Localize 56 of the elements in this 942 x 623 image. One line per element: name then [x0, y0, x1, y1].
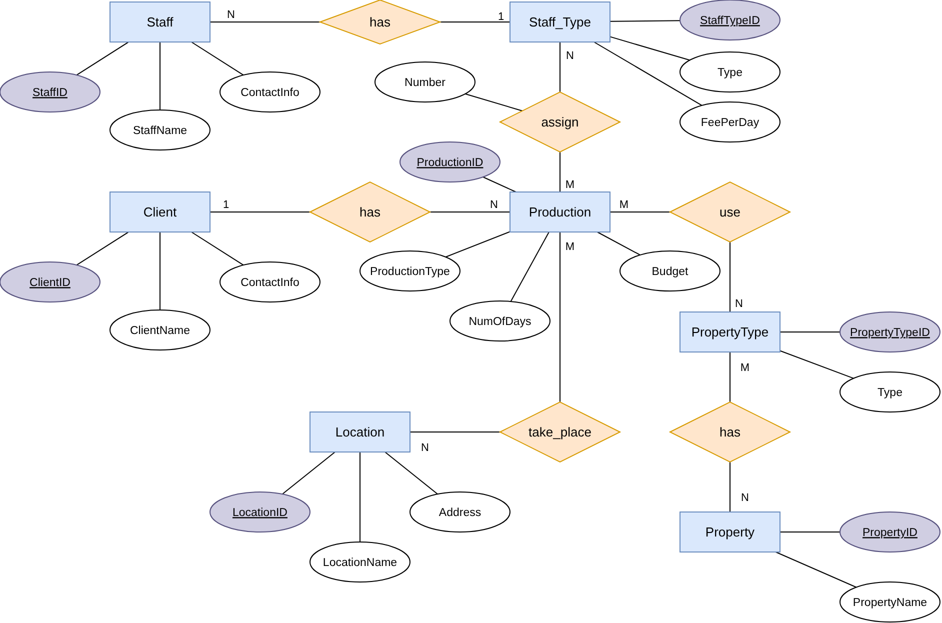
- attribute-name: NumOfDays: [468, 316, 532, 328]
- attribute-name: ClientName: [130, 325, 190, 338]
- key-attribute-name: PropertyID: [862, 527, 918, 540]
- cardinality-label: M: [740, 362, 750, 374]
- attribute-name: Type: [878, 387, 902, 400]
- connector-line: [190, 42, 244, 76]
- connector-line: [610, 20, 681, 22]
- entity-name: Staff: [146, 14, 174, 30]
- entity-name: Staff_Type: [529, 14, 591, 30]
- relationship-name: has: [360, 204, 380, 220]
- key-attribute-name: PropertyTypeID: [850, 327, 930, 340]
- connector-line: [76, 42, 130, 76]
- cardinality-label: M: [565, 179, 575, 191]
- entity-name: PropertyType: [691, 324, 769, 340]
- cardinality-label: N: [735, 298, 743, 310]
- connector-line: [596, 232, 641, 256]
- connector-line: [76, 232, 130, 266]
- attribute-name: PropertyName: [852, 597, 928, 610]
- attribute-name: Budget: [652, 266, 688, 278]
- attribute-name: LocationName: [322, 557, 398, 570]
- entity-name: Property: [705, 524, 755, 540]
- relationship-name: has: [370, 14, 390, 30]
- cardinality-label: N: [566, 50, 574, 62]
- attribute-name: StaffName: [132, 125, 188, 138]
- connector-line: [282, 452, 336, 495]
- cardinality-label: M: [619, 199, 629, 211]
- connector-line: [190, 232, 244, 266]
- entity-name: Production: [528, 204, 592, 220]
- relationship-name: take_place: [528, 424, 592, 440]
- relationship-name: has: [720, 424, 740, 440]
- key-attribute-name: ProductionID: [416, 157, 484, 170]
- attribute-name: FeePerDay: [700, 117, 760, 130]
- key-attribute-name: ClientID: [30, 277, 70, 290]
- cardinality-label: M: [565, 241, 575, 253]
- key-attribute-name: StaffTypeID: [700, 15, 760, 28]
- cardinality-label: N: [490, 199, 498, 211]
- relationship-name: assign: [541, 114, 579, 130]
- attribute-name: ContactInfo: [240, 277, 300, 290]
- key-attribute-name: StaffID: [32, 87, 68, 100]
- attribute-name: ProductionType: [370, 266, 450, 278]
- connector-line: [464, 93, 523, 112]
- connector-line: [482, 176, 516, 192]
- cardinality-label: N: [227, 9, 235, 21]
- entity-name: Client: [143, 204, 177, 220]
- cardinality-label: 1: [498, 11, 504, 23]
- key-attribute-name: LocationID: [232, 507, 288, 520]
- attribute-name: Type: [718, 67, 742, 80]
- attribute-name: Address: [438, 507, 482, 520]
- cardinality-label: N: [421, 442, 429, 454]
- attribute-name: Number: [404, 77, 446, 90]
- entity-name: Location: [335, 424, 385, 440]
- connector-line: [384, 452, 438, 495]
- attribute-name: ContactInfo: [240, 87, 300, 100]
- cardinality-label: 1: [222, 199, 230, 211]
- relationship-name: use: [720, 204, 740, 220]
- cardinality-label: N: [741, 492, 749, 504]
